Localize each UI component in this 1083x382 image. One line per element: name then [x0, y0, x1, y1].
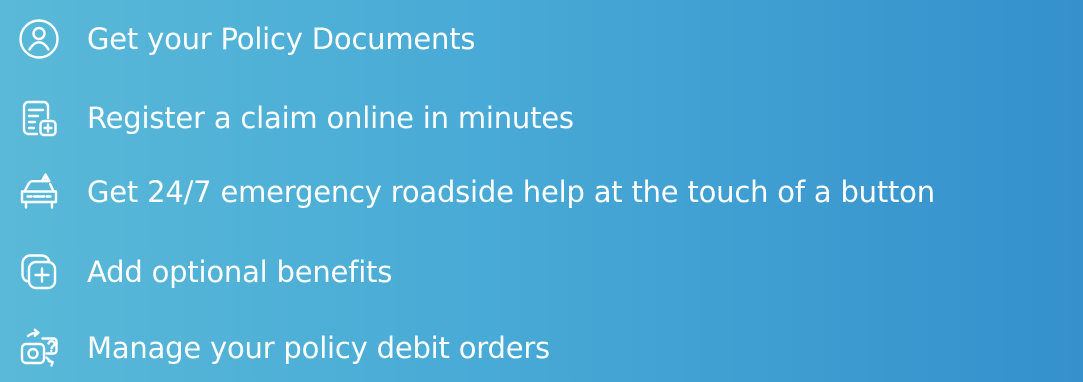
feature-optional-benefits: Add optional benefits	[16, 244, 392, 300]
feature-label-optional-benefits: Add optional benefits	[87, 254, 393, 289]
policy-features-list: Get your Policy Documents Register a cla…	[16, 0, 1083, 382]
feature-label-register-claim: Register a claim online in minutes	[87, 100, 574, 135]
feature-label-policy-documents: Get your Policy Documents	[87, 21, 476, 56]
feature-label-debit-orders: Manage your policy debit orders	[87, 330, 550, 365]
user-circle-icon	[16, 16, 62, 62]
feature-debit-orders: Manage your policy debit orders	[16, 320, 550, 376]
document-plus-icon	[16, 95, 62, 141]
feature-label-roadside-help: Get 24/7 emergency roadside help at the …	[87, 174, 935, 209]
debit-order-icon	[16, 325, 62, 371]
add-benefit-icon	[16, 249, 62, 295]
car-alert-icon	[16, 169, 62, 215]
feature-register-claim: Register a claim online in minutes	[16, 90, 574, 146]
feature-policy-documents: Get your Policy Documents	[16, 11, 476, 67]
feature-roadside-help: Get 24/7 emergency roadside help at the …	[16, 164, 935, 220]
